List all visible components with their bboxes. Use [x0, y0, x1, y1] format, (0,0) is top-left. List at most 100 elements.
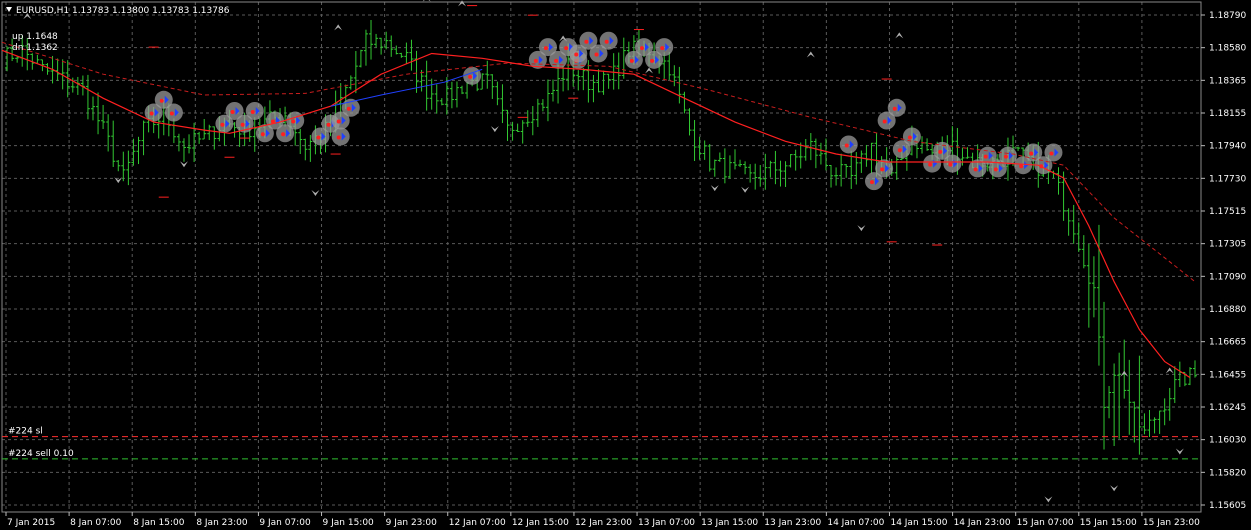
- y-tick-label: 1.15820: [1209, 468, 1246, 478]
- chart-background: [0, 0, 1251, 530]
- signal-red-dot: [604, 39, 609, 44]
- indicator-up: up 1.1648: [12, 32, 58, 42]
- y-tick-label: 1.18790: [1209, 11, 1246, 21]
- indicator-dn: dn 1.1362: [12, 43, 58, 53]
- signal-red-dot: [973, 167, 978, 172]
- signal-red-dot: [260, 132, 265, 137]
- signal-ring: [599, 31, 618, 50]
- y-tick-label: 1.17940: [1209, 142, 1246, 152]
- signal-ring: [331, 127, 350, 146]
- signal-ring: [164, 103, 183, 122]
- y-tick-label: 1.15605: [1209, 501, 1246, 511]
- signal-red-dot: [882, 119, 887, 124]
- signal-red-dot: [533, 58, 538, 63]
- signal-red-dot: [629, 58, 634, 63]
- signal-red-dot: [149, 111, 154, 116]
- x-tick-label: 14 Jan 23:00: [954, 518, 1011, 528]
- signal-red-dot: [564, 46, 569, 51]
- y-tick-label: 1.17730: [1209, 174, 1246, 184]
- y-tick-label: 1.16455: [1209, 370, 1246, 380]
- signal-red-dot: [844, 143, 849, 148]
- signal-red-dot: [650, 58, 655, 63]
- signal-ring: [245, 101, 264, 120]
- signal-ring: [887, 98, 906, 117]
- signal-red-dot: [880, 167, 885, 172]
- chart-header: EURUSD,H1 1.13783 1.13800 1.13783 1.1378…: [16, 6, 230, 16]
- signal-red-dot: [574, 52, 579, 57]
- signal-red-dot: [892, 106, 897, 111]
- signal-ring: [463, 66, 482, 85]
- x-tick-label: 8 Jan 15:00: [133, 518, 185, 528]
- signal-red-dot: [169, 111, 174, 116]
- signal-red-dot: [336, 119, 341, 124]
- signal-red-dot: [660, 46, 665, 51]
- signal-ring: [286, 111, 305, 130]
- y-tick-label: 1.17090: [1209, 272, 1246, 282]
- signal-red-dot: [316, 135, 321, 140]
- signal-red-dot: [1049, 151, 1054, 156]
- signal-red-dot: [948, 162, 953, 167]
- price-chart[interactable]: #224 sl #224 sell 0.10 1.18790 1.18580 1.18…: [0, 0, 1251, 530]
- signal-red-dot: [1029, 151, 1034, 156]
- x-tick-label: 12 Jan 23:00: [575, 518, 632, 528]
- signal-red-dot: [220, 122, 225, 127]
- signal-red-dot: [639, 46, 644, 51]
- signal-ring: [1044, 143, 1063, 162]
- sl-line-label: #224 sl: [8, 427, 43, 437]
- x-tick-label: 14 Jan 07:00: [827, 518, 884, 528]
- signal-red-dot: [543, 46, 548, 51]
- signal-red-dot: [1019, 164, 1024, 169]
- x-tick-label: 8 Jan 23:00: [196, 518, 248, 528]
- x-tick-label: 9 Jan 15:00: [323, 518, 375, 528]
- x-tick-label: 9 Jan 23:00: [386, 518, 438, 528]
- x-tick-label: 12 Jan 07:00: [449, 518, 506, 528]
- signal-red-dot: [346, 106, 351, 111]
- x-tick-label: 12 Jan 15:00: [512, 518, 569, 528]
- signal-red-dot: [250, 109, 255, 114]
- signal-red-dot: [983, 154, 988, 159]
- signal-red-dot: [907, 135, 912, 140]
- y-tick-label: 1.16030: [1209, 436, 1246, 446]
- signal-red-dot: [281, 132, 286, 137]
- signal-red-dot: [938, 149, 943, 154]
- y-tick-label: 1.17515: [1209, 207, 1246, 217]
- signal-ring: [655, 38, 674, 57]
- signal-red-dot: [336, 135, 341, 140]
- signal-red-dot: [870, 180, 875, 185]
- signal-red-dot: [240, 122, 245, 127]
- x-tick-label: 13 Jan 07:00: [638, 518, 695, 528]
- signal-red-dot: [897, 148, 902, 153]
- x-tick-label: 15 Jan 23:00: [1143, 518, 1200, 528]
- x-tick-label: 14 Jan 15:00: [890, 518, 947, 528]
- signal-ring: [998, 146, 1017, 165]
- x-tick-label: 7 Jan 2015: [7, 518, 55, 528]
- y-tick-label: 1.16880: [1209, 305, 1246, 315]
- y-tick-label: 1.18580: [1209, 44, 1246, 54]
- y-tick-label: 1.18365: [1209, 76, 1246, 86]
- signal-red-dot: [594, 52, 599, 57]
- signal-red-dot: [993, 167, 998, 172]
- sell-line-label: #224 sell 0.10: [8, 449, 74, 459]
- x-tick-label: 13 Jan 23:00: [764, 518, 821, 528]
- x-tick-label: 15 Jan 15:00: [1080, 518, 1137, 528]
- signal-red-dot: [928, 162, 933, 167]
- y-tick-label: 1.16665: [1209, 338, 1246, 348]
- signal-red-dot: [291, 119, 296, 124]
- signal-ring: [943, 154, 962, 173]
- signal-red-dot: [554, 58, 559, 63]
- signal-red-dot: [159, 98, 164, 103]
- signal-red-dot: [326, 122, 331, 127]
- signal-ring: [839, 135, 858, 154]
- signal-red-dot: [230, 109, 235, 114]
- x-tick-label: 9 Jan 07:00: [259, 518, 311, 528]
- y-tick-label: 1.17305: [1209, 240, 1246, 250]
- signal-ring: [902, 127, 921, 146]
- y-tick-label: 1.16245: [1209, 403, 1246, 413]
- x-tick-label: 13 Jan 15:00: [701, 518, 758, 528]
- signal-red-dot: [584, 39, 589, 44]
- x-tick-label: 8 Jan 07:00: [70, 518, 122, 528]
- signal-red-dot: [468, 74, 473, 79]
- y-tick-label: 1.18155: [1209, 109, 1246, 119]
- x-tick-label: 15 Jan 07:00: [1017, 518, 1074, 528]
- signal-red-dot: [1003, 154, 1008, 159]
